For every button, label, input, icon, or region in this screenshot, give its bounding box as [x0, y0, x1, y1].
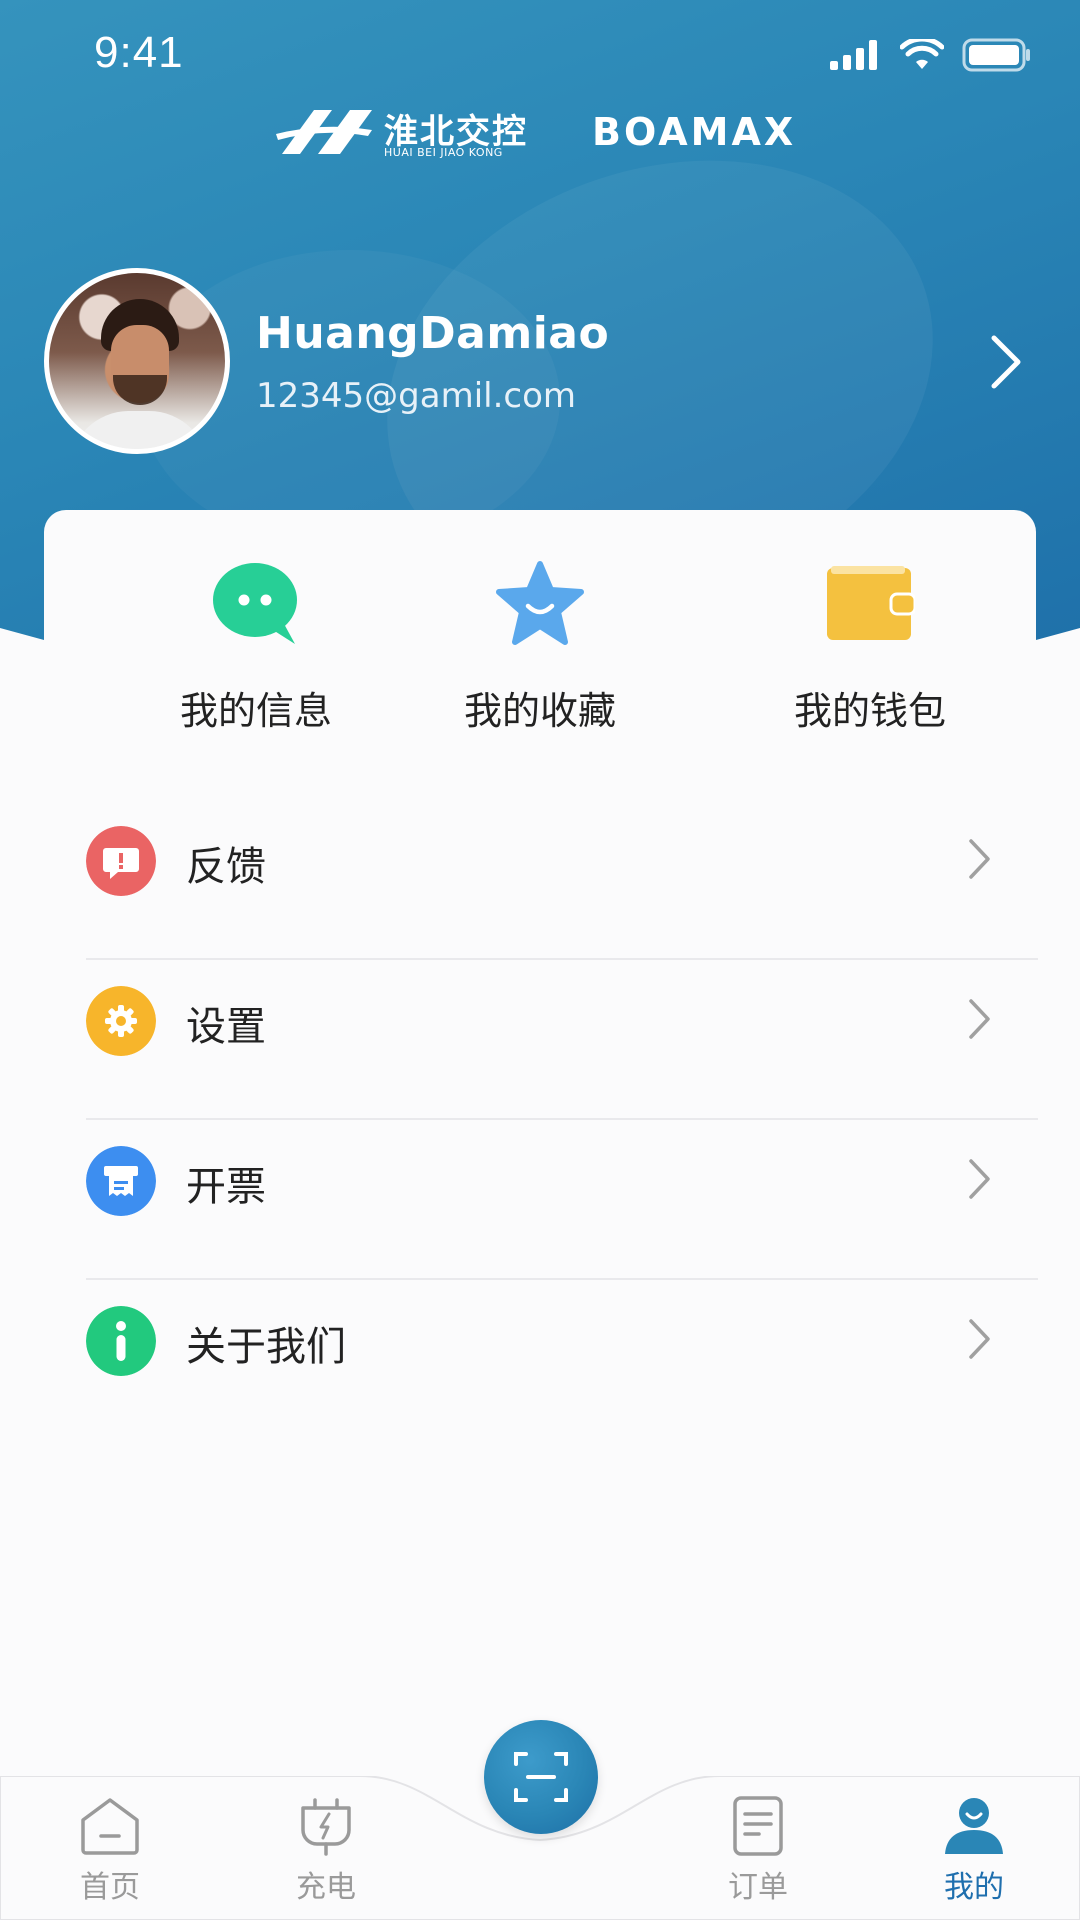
user-icon	[945, 1798, 1003, 1854]
charge-icon	[301, 1798, 351, 1856]
quick-action-label: 我的收藏	[463, 689, 616, 733]
partner-logo: BOAMAX	[592, 110, 797, 154]
menu-item-feedback[interactable]: 反馈	[86, 800, 1038, 960]
menu-item-about-us[interactable]: 关于我们	[86, 1280, 1038, 1438]
menu-item-label: 开票	[186, 1164, 266, 1210]
chevron-right-icon[interactable]	[988, 332, 1024, 392]
tab-mine[interactable]: 我的	[914, 1796, 1034, 1906]
brand-row: 淮北交控 HUAI BEI JIAO KONG BOAMAX	[0, 100, 1080, 160]
brand-logo: 淮北交控 HUAI BEI JIAO KONG	[272, 104, 542, 160]
quick-action-label: 我的钱包	[793, 689, 946, 733]
wallet-icon	[827, 566, 917, 640]
menu-item-settings[interactable]: 设置	[86, 960, 1038, 1120]
menu-item-label: 关于我们	[186, 1324, 346, 1370]
wifi-icon	[900, 39, 944, 69]
status-icons	[830, 38, 1032, 72]
tab-label: 我的	[944, 1870, 1004, 1905]
info-icon	[86, 1306, 156, 1376]
quick-action-my-info[interactable]: 我的信息	[136, 560, 376, 735]
home-icon	[81, 1798, 139, 1855]
menu-item-invoice[interactable]: 开票	[86, 1120, 1038, 1280]
tab-label: 订单	[728, 1870, 788, 1905]
tab-charge[interactable]: 充电	[266, 1796, 386, 1906]
signal-icon	[830, 40, 877, 70]
user-email: 12345@gamil.com	[256, 376, 577, 416]
invoice-icon	[86, 1146, 156, 1216]
avatar[interactable]	[44, 268, 230, 454]
quick-action-wallet[interactable]: 我的钱包	[750, 560, 990, 735]
message-bubble-icon	[213, 563, 297, 644]
profile-section[interactable]: HuangDamiao 12345@gamil.com	[0, 268, 1080, 458]
tab-orders[interactable]: 订单	[698, 1796, 818, 1906]
chevron-right-icon	[969, 839, 990, 879]
status-bar: 9:41	[0, 0, 1080, 110]
quick-action-favorites[interactable]: 我的收藏	[420, 560, 660, 735]
battery-icon	[962, 38, 1030, 72]
user-name: HuangDamiao	[256, 308, 610, 359]
brand-name-en: HUAI BEI JIAO KONG	[384, 146, 503, 159]
quick-action-label: 我的信息	[179, 689, 332, 733]
menu-item-label: 反馈	[186, 844, 266, 890]
chevron-right-icon	[969, 999, 990, 1039]
order-icon	[733, 1796, 783, 1856]
status-time: 9:41	[94, 28, 184, 77]
feedback-icon	[86, 826, 156, 896]
chevron-right-icon	[969, 1319, 990, 1359]
scan-button[interactable]	[484, 1720, 598, 1834]
star-icon	[496, 561, 584, 645]
quick-actions-card: 我的信息 我的收藏 我的钱包	[44, 510, 1036, 750]
menu-item-label: 设置	[186, 1004, 266, 1050]
tab-home[interactable]: 首页	[50, 1796, 170, 1906]
tab-label: 首页	[80, 1870, 140, 1905]
tab-label: 充电	[296, 1870, 356, 1905]
menu-list: 反馈 设置 开票 关于我们	[86, 800, 1038, 1438]
scan-icon	[514, 1752, 568, 1802]
gear-icon	[86, 986, 156, 1056]
logo-mark-icon	[276, 110, 372, 154]
chevron-right-icon	[969, 1159, 990, 1199]
